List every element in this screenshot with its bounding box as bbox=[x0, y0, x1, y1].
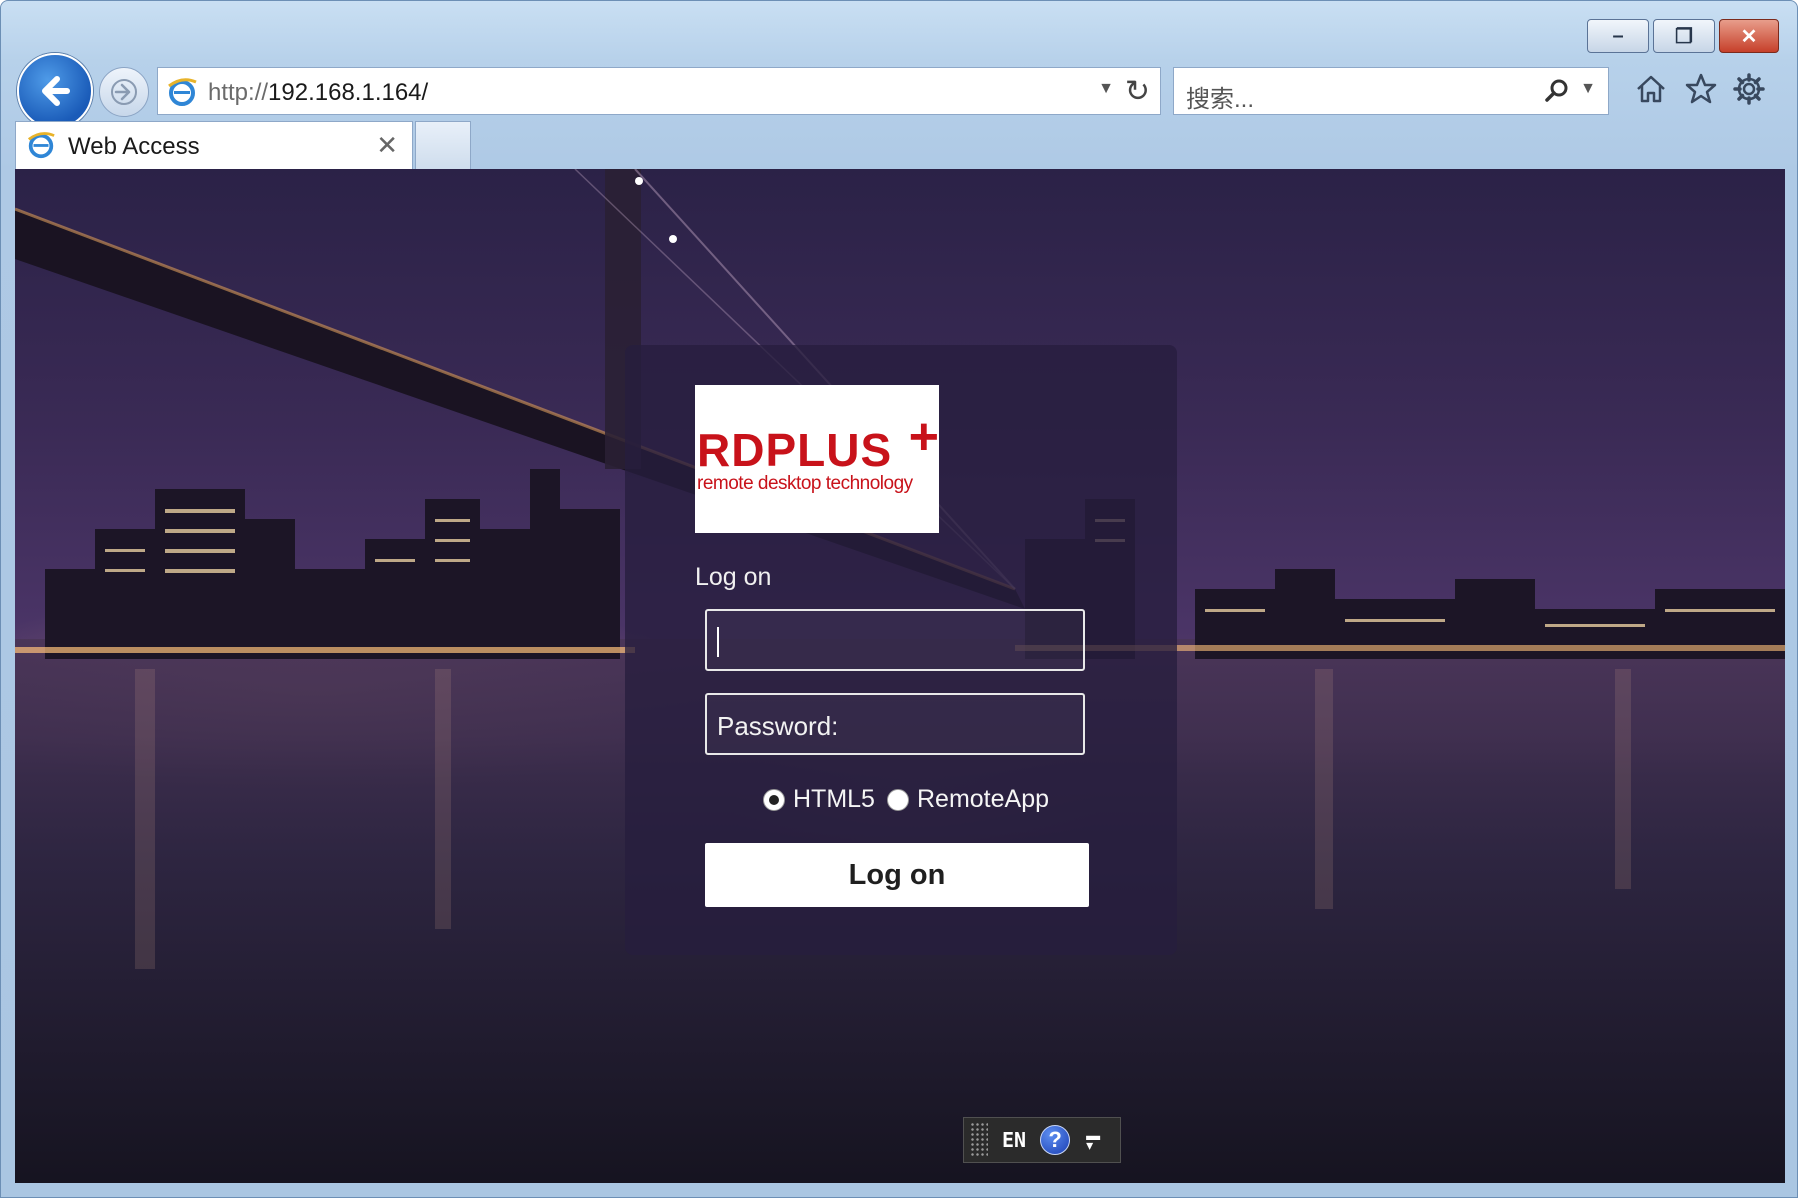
browser-window: – ❐ ✕ http://192.168.1.164/ ▼ ↻ 搜索... ▼ … bbox=[0, 0, 1798, 1198]
login-panel: RDPLUS + remote desktop technology Log o… bbox=[625, 345, 1177, 955]
close-window-button[interactable]: ✕ bbox=[1719, 19, 1779, 53]
settings-gear-icon[interactable] bbox=[1729, 69, 1769, 109]
help-icon[interactable]: ? bbox=[1040, 1125, 1071, 1155]
log-on-button[interactable]: Log on bbox=[705, 843, 1089, 907]
search-box[interactable]: 搜索... ▼ bbox=[1173, 67, 1609, 115]
address-dropdown-icon[interactable]: ▼ bbox=[1098, 80, 1114, 98]
drag-grip-icon[interactable] bbox=[970, 1122, 988, 1158]
language-bar[interactable]: EN ? ▬ ▾ bbox=[963, 1117, 1121, 1163]
address-bar[interactable]: http://192.168.1.164/ ▼ ↻ bbox=[157, 67, 1161, 115]
tab-close-icon[interactable]: ✕ bbox=[376, 130, 398, 161]
back-button[interactable] bbox=[17, 53, 93, 129]
page-content: RDPLUS + remote desktop technology Log o… bbox=[15, 169, 1785, 1183]
forward-icon bbox=[111, 79, 137, 105]
back-icon bbox=[42, 76, 70, 106]
new-tab-button[interactable] bbox=[415, 121, 471, 169]
tab-web-access[interactable]: Web Access ✕ bbox=[15, 121, 413, 169]
logo-tagline: remote desktop technology bbox=[697, 473, 913, 494]
password-placeholder: Password: bbox=[717, 711, 839, 741]
radio-html5[interactable]: HTML5 bbox=[763, 785, 875, 814]
rdplus-logo: RDPLUS + remote desktop technology bbox=[695, 385, 939, 533]
home-icon[interactable] bbox=[1631, 69, 1671, 109]
forward-button[interactable] bbox=[99, 67, 149, 117]
search-placeholder: 搜索... bbox=[1186, 86, 1255, 113]
logo-brand: RDPLUS bbox=[697, 424, 893, 476]
tab-title: Web Access bbox=[68, 133, 200, 160]
address-url: http://192.168.1.164/ bbox=[208, 79, 429, 106]
language-indicator[interactable]: EN bbox=[1002, 1128, 1026, 1152]
radio-remoteapp[interactable]: RemoteApp bbox=[887, 785, 1049, 814]
favorites-star-icon[interactable] bbox=[1681, 69, 1721, 109]
search-dropdown-icon[interactable]: ▼ bbox=[1580, 80, 1596, 98]
radio-html5-indicator[interactable] bbox=[763, 788, 785, 811]
text-cursor bbox=[717, 627, 719, 657]
refresh-icon[interactable]: ↻ bbox=[1125, 74, 1150, 109]
password-input[interactable]: Password: bbox=[705, 693, 1085, 755]
search-icon[interactable] bbox=[1542, 76, 1572, 111]
options-menu-icon[interactable]: ▬ ▾ bbox=[1086, 1128, 1100, 1152]
connection-mode-group: HTML5 RemoteApp bbox=[625, 785, 1177, 821]
username-input[interactable] bbox=[705, 609, 1085, 671]
ie-icon bbox=[26, 130, 56, 165]
radio-remoteapp-indicator[interactable] bbox=[887, 788, 909, 811]
window-controls: – ❐ ✕ bbox=[1583, 19, 1779, 53]
login-title: Log on bbox=[695, 563, 772, 591]
ie-icon bbox=[166, 76, 198, 113]
maximize-button[interactable]: ❐ bbox=[1653, 19, 1715, 53]
minimize-button[interactable]: – bbox=[1587, 19, 1649, 53]
logo-plus: + bbox=[908, 408, 939, 466]
